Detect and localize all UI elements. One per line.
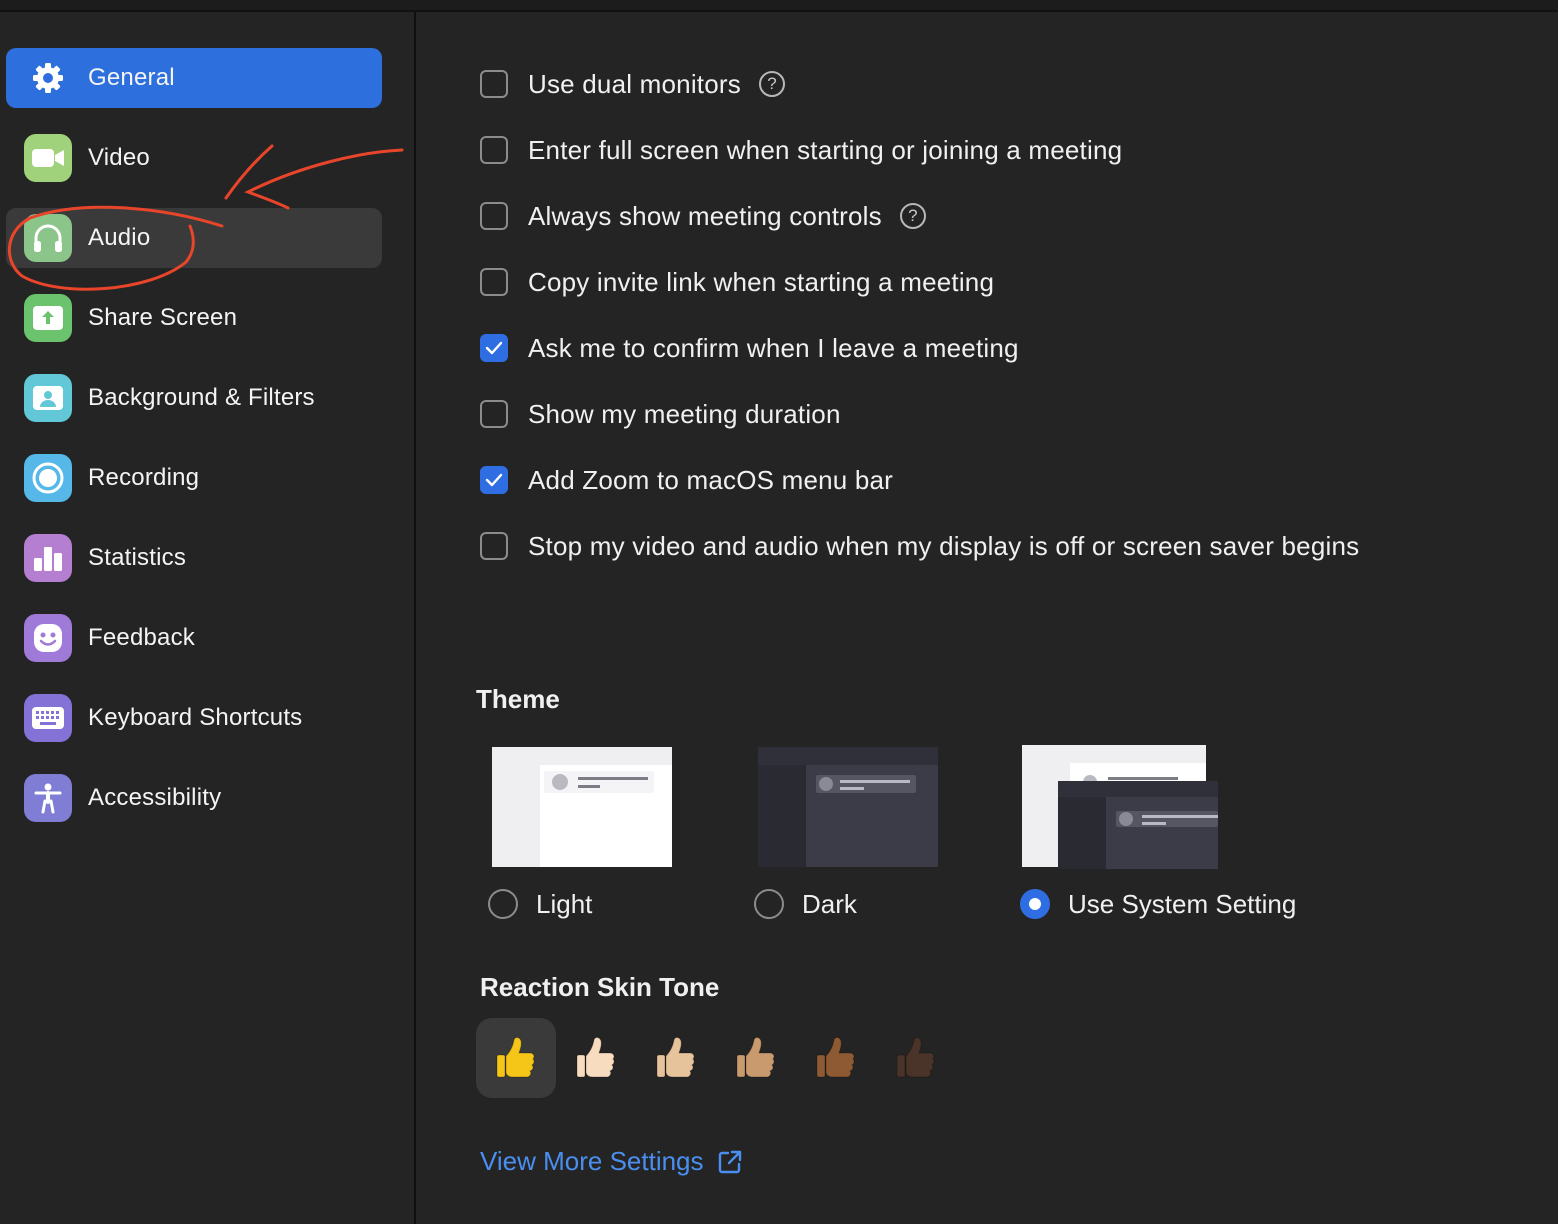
- checkmark-icon: [485, 341, 503, 355]
- skin-tone-option[interactable]: [716, 1018, 796, 1098]
- theme-light-preview[interactable]: [492, 747, 672, 872]
- meeting-duration-checkbox[interactable]: [480, 400, 508, 428]
- option-meeting-duration: Show my meeting duration: [480, 394, 841, 434]
- skin-tone-option[interactable]: [556, 1018, 636, 1098]
- record-icon: [24, 454, 72, 502]
- sidebar-item-label: Accessibility: [88, 784, 222, 811]
- sidebar-item-label: Statistics: [88, 544, 187, 571]
- option-full-screen: Enter full screen when starting or joini…: [480, 130, 1122, 170]
- confirm-leave-checkbox[interactable]: [480, 334, 508, 362]
- person-portrait-icon: [24, 374, 72, 422]
- full-screen-checkbox[interactable]: [480, 136, 508, 164]
- theme-system-preview[interactable]: [1022, 745, 1218, 874]
- thumbs-up-icon: [496, 1037, 535, 1078]
- option-label: Copy invite link when starting a meeting: [528, 266, 995, 297]
- dual-monitors-checkbox[interactable]: [480, 70, 508, 98]
- copy-invite-checkbox[interactable]: [480, 268, 508, 296]
- option-copy-invite: Copy invite link when starting a meeting: [480, 262, 994, 302]
- skin-tone-option[interactable]: [876, 1018, 956, 1098]
- option-stop-video-audio: Stop my video and audio when my display …: [480, 526, 1359, 566]
- sidebar-item-background-filters[interactable]: Background & Filters: [6, 368, 382, 428]
- theme-title: Theme: [476, 684, 560, 714]
- theme-dark-option: Dark: [754, 884, 857, 924]
- menu-bar-checkbox[interactable]: [480, 466, 508, 494]
- theme-label: Dark: [802, 888, 857, 919]
- skin-tone-option[interactable]: [476, 1018, 556, 1098]
- share-screen-icon: [24, 294, 72, 342]
- video-camera-icon: [24, 134, 72, 182]
- theme-dark-preview[interactable]: [758, 747, 938, 872]
- theme-dark-radio[interactable]: [754, 889, 784, 919]
- option-label: Show my meeting duration: [528, 398, 841, 429]
- keyboard-icon: [24, 694, 72, 742]
- smiley-icon: [24, 614, 72, 662]
- sidebar-item-label: Audio: [88, 224, 151, 251]
- sidebar-item-video[interactable]: Video: [6, 128, 382, 188]
- sidebar-item-keyboard-shortcuts[interactable]: Keyboard Shortcuts: [6, 688, 382, 748]
- sidebar-item-recording[interactable]: Recording: [6, 448, 382, 508]
- thumbs-up-icon: [576, 1037, 615, 1078]
- checkmark-icon: [485, 473, 503, 487]
- theme-label: Use System Setting: [1068, 888, 1297, 919]
- sidebar-item-general[interactable]: General: [6, 48, 382, 108]
- stop-video-audio-checkbox[interactable]: [480, 532, 508, 560]
- option-label: Add Zoom to macOS menu bar: [528, 464, 894, 495]
- view-more-label: View More Settings: [480, 1146, 704, 1176]
- theme-system-radio[interactable]: [1020, 889, 1050, 919]
- skin-tone-option[interactable]: [796, 1018, 876, 1098]
- skin-tone-option[interactable]: [636, 1018, 716, 1098]
- help-icon[interactable]: ?: [899, 203, 926, 229]
- option-label: Ask me to confirm when I leave a meeting: [528, 332, 1019, 363]
- thumbs-up-icon: [736, 1037, 775, 1078]
- view-more-settings-link[interactable]: View More Settings: [480, 1146, 744, 1177]
- option-menu-bar: Add Zoom to macOS menu bar: [480, 460, 893, 500]
- accessibility-icon: [24, 774, 72, 822]
- option-dual-monitors: Use dual monitors ?: [480, 64, 785, 104]
- window-top-border: [0, 0, 1558, 12]
- external-link-icon: [718, 1150, 741, 1173]
- sidebar-item-feedback[interactable]: Feedback: [6, 608, 382, 668]
- sidebar-item-label: General: [88, 64, 175, 91]
- headphones-icon: [24, 214, 72, 262]
- option-label: Always show meeting controls: [528, 200, 882, 231]
- sidebar-item-label: Video: [88, 144, 150, 171]
- theme-label: Light: [536, 888, 593, 919]
- sidebar-item-share-screen[interactable]: Share Screen: [6, 288, 382, 348]
- thumbs-up-icon: [816, 1037, 855, 1078]
- sidebar-item-label: Keyboard Shortcuts: [88, 704, 303, 731]
- option-confirm-leave: Ask me to confirm when I leave a meeting: [480, 328, 1019, 368]
- theme-system-option: Use System Setting: [1020, 884, 1296, 924]
- settings-sidebar: General Video Audio Share Screen Backgro…: [0, 12, 414, 1224]
- bar-chart-icon: [24, 534, 72, 582]
- sidebar-item-statistics[interactable]: Statistics: [6, 528, 382, 588]
- sidebar-item-label: Recording: [88, 464, 200, 491]
- option-label: Use dual monitors: [528, 68, 741, 99]
- skin-tone-title: Reaction Skin Tone: [480, 972, 720, 1002]
- sidebar-item-accessibility[interactable]: Accessibility: [6, 768, 382, 828]
- sidebar-item-label: Feedback: [88, 624, 195, 651]
- option-label: Enter full screen when starting or joini…: [528, 134, 1123, 165]
- theme-light-option: Light: [488, 884, 592, 924]
- sidebar-item-label: Background & Filters: [88, 384, 315, 411]
- meeting-controls-checkbox[interactable]: [480, 202, 508, 230]
- thumbs-up-icon: [896, 1037, 935, 1078]
- option-label: Stop my video and audio when my display …: [528, 530, 1360, 561]
- help-icon[interactable]: ?: [758, 71, 785, 97]
- gear-icon: [24, 54, 72, 102]
- sidebar-item-audio[interactable]: Audio: [6, 208, 382, 268]
- thumbs-up-icon: [656, 1037, 695, 1078]
- sidebar-item-label: Share Screen: [88, 304, 238, 331]
- general-settings-panel: Use dual monitors ? Enter full screen wh…: [416, 12, 1558, 1224]
- theme-light-radio[interactable]: [488, 889, 518, 919]
- option-meeting-controls: Always show meeting controls ?: [480, 196, 926, 236]
